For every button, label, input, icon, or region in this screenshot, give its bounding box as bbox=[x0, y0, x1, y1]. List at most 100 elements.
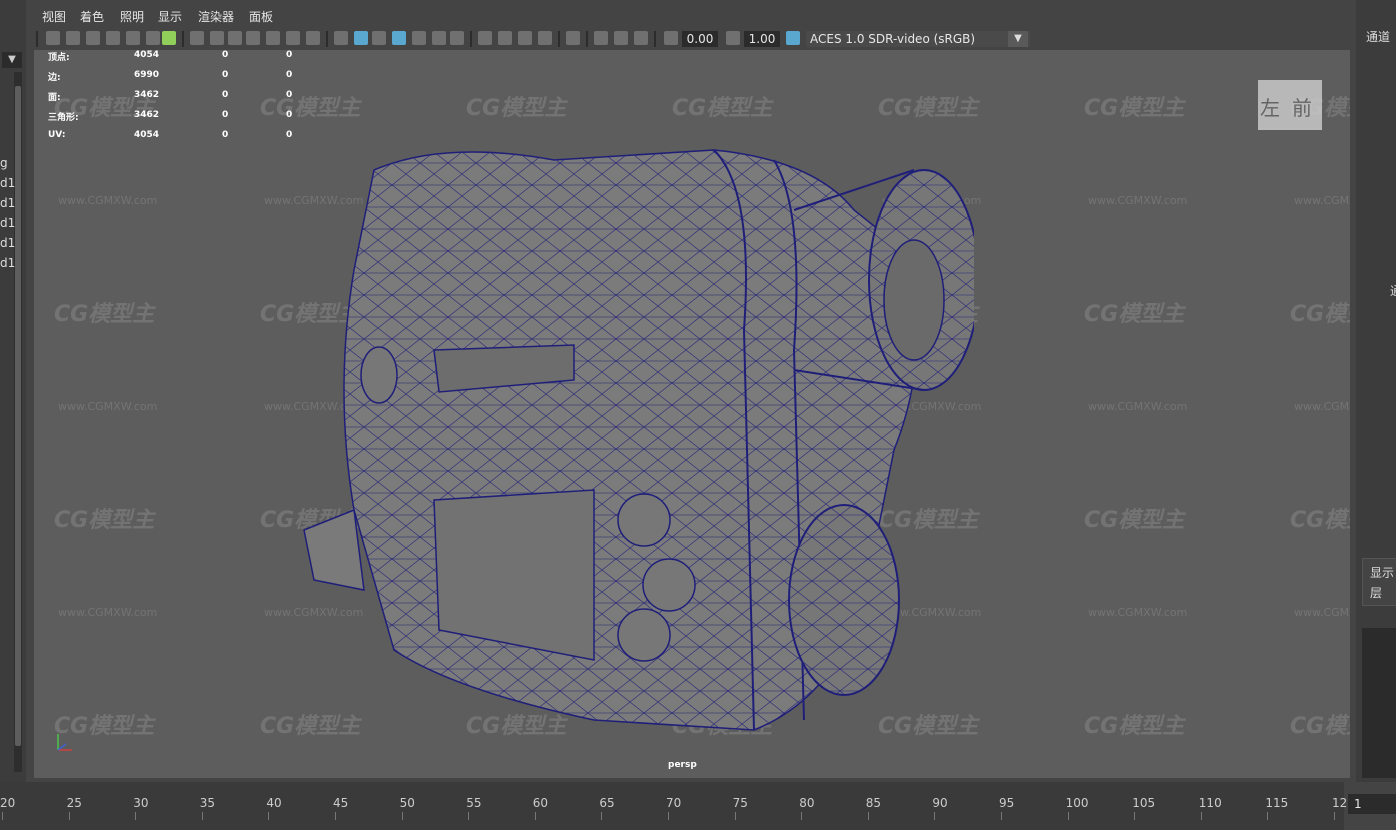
toolbar-separator bbox=[470, 31, 472, 47]
menu-lighting[interactable]: 照明 bbox=[120, 8, 144, 25]
timeline-tick-mark bbox=[867, 812, 869, 820]
ambient-occlusion-icon[interactable] bbox=[478, 31, 492, 45]
gate-mask-icon[interactable] bbox=[246, 31, 260, 45]
bookmark-icon[interactable] bbox=[86, 31, 100, 45]
stat-value: 4054 bbox=[134, 50, 160, 60]
xray-active-icon[interactable] bbox=[614, 31, 628, 45]
view-cube[interactable]: 左 前 bbox=[1258, 80, 1322, 130]
watermark-url: www.CGMXW.com bbox=[58, 400, 158, 413]
depth-of-field-icon[interactable] bbox=[538, 31, 552, 45]
default-material-icon[interactable] bbox=[372, 31, 386, 45]
timeline-tick-mark bbox=[934, 812, 936, 820]
grid-toggle-icon[interactable] bbox=[162, 31, 176, 45]
channel-box-tab[interactable]: 通道 bbox=[1366, 28, 1390, 45]
watermark-url: www.CGMXW.com bbox=[1294, 606, 1350, 619]
timeline-tick-mark bbox=[201, 812, 203, 820]
wireframe-icon[interactable] bbox=[334, 31, 348, 45]
menu-panels[interactable]: 面板 bbox=[249, 8, 273, 25]
watermark-url: www.CGMXW.com bbox=[58, 194, 158, 207]
scrollbar-thumb[interactable] bbox=[15, 86, 21, 746]
exposure-field[interactable]: 0.00 bbox=[682, 31, 718, 47]
stat-value: 0 bbox=[286, 90, 293, 100]
menu-show[interactable]: 显示 bbox=[158, 8, 182, 25]
stat-value: 0 bbox=[286, 130, 293, 140]
stat-value: 0 bbox=[222, 110, 229, 120]
timeline-tick-mark bbox=[534, 812, 536, 820]
layer-list[interactable] bbox=[1362, 628, 1396, 778]
timeline-tick-mark bbox=[335, 812, 336, 820]
wireframe-on-shaded-icon[interactable] bbox=[392, 31, 406, 45]
lights-icon[interactable] bbox=[432, 31, 446, 45]
grid-icon[interactable] bbox=[190, 31, 204, 45]
display-tab[interactable]: 显示 bbox=[1370, 564, 1394, 581]
anti-aliasing-icon[interactable] bbox=[518, 31, 532, 45]
outliner-item[interactable]: d1 bbox=[0, 176, 15, 190]
textured-icon[interactable] bbox=[412, 31, 426, 45]
timeline-tick-mark bbox=[668, 812, 669, 820]
timeline-tick-mark bbox=[1001, 812, 1002, 820]
2d-pan-zoom-icon[interactable] bbox=[146, 31, 160, 45]
watermark-url: www.CGMXW.com bbox=[1088, 606, 1188, 619]
timeline-tick-label: 55 bbox=[466, 796, 482, 810]
xray-icon[interactable] bbox=[594, 31, 608, 45]
smooth-shade-icon[interactable] bbox=[354, 31, 368, 45]
timeline-tick-label: 60 bbox=[532, 796, 549, 810]
grease-pencil-icon[interactable] bbox=[126, 31, 140, 45]
outliner-dropdown[interactable]: ▼ bbox=[2, 52, 22, 68]
watermark-url: www.CGMXW.com bbox=[1088, 194, 1188, 207]
gamma-icon[interactable] bbox=[726, 31, 740, 45]
timeline-tick-mark bbox=[401, 812, 403, 820]
current-frame-field[interactable]: 1 bbox=[1348, 794, 1396, 814]
stat-label: 三角形: bbox=[48, 113, 79, 123]
safe-action-icon[interactable] bbox=[286, 31, 300, 45]
color-management-icon[interactable] bbox=[786, 31, 800, 45]
layers-menu[interactable]: 层 bbox=[1370, 584, 1382, 601]
outliner-strip: ▼ g d1 d1 d1 d1 d1 bbox=[0, 0, 26, 782]
resolution-gate-icon[interactable] bbox=[228, 31, 242, 45]
field-chart-icon[interactable] bbox=[266, 31, 280, 45]
camera-attributes-icon[interactable] bbox=[66, 31, 80, 45]
rangefinder-wireframe-model[interactable] bbox=[294, 130, 974, 750]
watermark-url: www.CGMXW.com bbox=[1088, 400, 1188, 413]
film-gate-icon[interactable] bbox=[210, 31, 224, 45]
stat-row-uvs: UV: 4054 0 0 bbox=[48, 130, 308, 150]
gamma-field[interactable]: 1.00 bbox=[744, 31, 780, 47]
image-plane-icon[interactable] bbox=[106, 31, 120, 45]
motion-blur-icon[interactable] bbox=[498, 31, 512, 45]
menu-shading[interactable]: 着色 bbox=[80, 8, 104, 25]
xray-joints-icon[interactable] bbox=[634, 31, 648, 45]
watermark-logo: CG模型主 bbox=[1084, 302, 1185, 327]
view-cube-front-face[interactable]: 前 bbox=[1292, 92, 1312, 121]
stat-label: 边: bbox=[48, 73, 61, 83]
watermark-logo: CG模型主 bbox=[54, 508, 155, 533]
timeline-tick-label: 20 bbox=[0, 796, 16, 810]
timeline-tick-label: 80 bbox=[799, 796, 815, 810]
shadows-icon[interactable] bbox=[450, 31, 464, 45]
safe-title-icon[interactable] bbox=[306, 31, 320, 45]
stat-value: 0 bbox=[286, 110, 293, 120]
watermark-logo: CG模型主 bbox=[54, 302, 155, 327]
outliner-item[interactable]: d1 bbox=[0, 216, 15, 230]
timeline-tick-label: 95 bbox=[999, 796, 1015, 810]
time-slider[interactable]: 20 25 30 35 40 45 50 55 60 65 70 75 80 85 90 95 100 105 11… bbox=[0, 782, 1355, 830]
menu-view[interactable]: 视图 bbox=[42, 8, 66, 25]
chevron-down-icon[interactable]: ▼ bbox=[1008, 31, 1028, 47]
watermark-logo: CG模型主 bbox=[672, 96, 773, 121]
view-cube-left-face[interactable]: 左 bbox=[1260, 92, 1280, 121]
color-space-dropdown[interactable]: ACES 1.0 SDR-video (sRGB) bbox=[806, 31, 1030, 47]
timeline-tick-mark bbox=[1134, 812, 1136, 820]
outliner-item[interactable]: d1 bbox=[0, 196, 15, 210]
watermark-logo: CG模型主 bbox=[1084, 714, 1185, 739]
outliner-item[interactable]: g bbox=[0, 156, 8, 170]
isolate-select-icon[interactable] bbox=[566, 31, 580, 45]
outliner-item[interactable]: d1 bbox=[0, 236, 15, 250]
3d-viewport[interactable]: CG模型主 www.CGMXW.com CG模型主 www.CGMXW.com CG模型… bbox=[34, 50, 1350, 778]
timeline-tick-label: 75 bbox=[732, 796, 748, 810]
timeline-tick-label: 85 bbox=[865, 796, 882, 810]
menu-renderer[interactable]: 渲染器 bbox=[198, 8, 234, 25]
stat-row-vertices: 顶点: 4054 0 0 bbox=[48, 50, 308, 70]
exposure-icon[interactable] bbox=[664, 31, 678, 45]
timeline-tick-label: 110 bbox=[1198, 796, 1222, 810]
outliner-item[interactable]: d1 bbox=[0, 256, 15, 270]
select-camera-icon[interactable] bbox=[46, 31, 60, 45]
